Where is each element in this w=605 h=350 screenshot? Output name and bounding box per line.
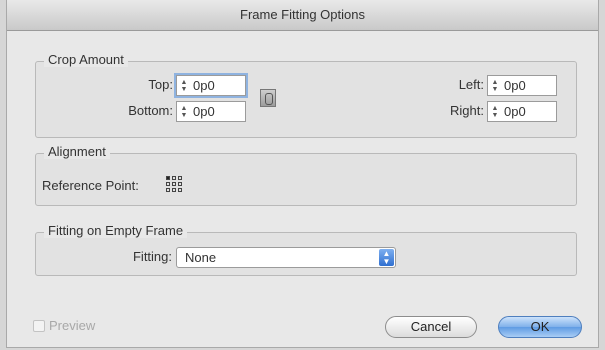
left-field[interactable]: ▲ ▼ 0p0 xyxy=(487,75,557,96)
dialog-title: Frame Fitting Options xyxy=(7,0,598,31)
bottom-field[interactable]: ▲ ▼ 0p0 xyxy=(176,101,246,122)
crop-amount-title: Crop Amount xyxy=(44,52,128,67)
top-field[interactable]: ▲ ▼ 0p0 xyxy=(176,75,246,96)
fitting-select-value[interactable]: None xyxy=(185,250,216,265)
ref-point-br[interactable] xyxy=(178,188,182,192)
stepper-arrows-icon[interactable]: ▲ ▼ xyxy=(489,77,501,94)
reference-point-label: Reference Point: xyxy=(42,178,139,193)
left-value[interactable]: 0p0 xyxy=(501,78,526,93)
ok-button[interactable]: OK xyxy=(498,316,582,338)
top-label: Top: xyxy=(148,77,173,92)
frame-fitting-dialog: Frame Fitting Options Crop Amount Top: ▲… xyxy=(6,0,599,348)
fitting-label: Fitting: xyxy=(132,249,172,264)
ref-point-tc[interactable] xyxy=(172,176,176,180)
ref-point-tl[interactable] xyxy=(166,176,170,180)
ref-point-ml[interactable] xyxy=(166,182,170,186)
ref-point-tr[interactable] xyxy=(178,176,182,180)
ref-point-mc[interactable] xyxy=(172,182,176,186)
fitting-empty-group: Fitting on Empty Frame Fitting: None ▲ ▼ xyxy=(35,223,577,276)
bottom-value[interactable]: 0p0 xyxy=(190,104,215,119)
reference-point-icon[interactable] xyxy=(166,176,182,192)
stepper-arrows-icon[interactable]: ▲ ▼ xyxy=(178,103,190,120)
crop-amount-group: Crop Amount Top: ▲ ▼ 0p0 Bottom: ▲ ▼ 0p0 L… xyxy=(35,52,577,138)
bottom-label: Bottom: xyxy=(128,103,173,118)
right-value[interactable]: 0p0 xyxy=(501,104,526,119)
left-label: Left: xyxy=(458,77,484,92)
top-value[interactable]: 0p0 xyxy=(190,78,215,93)
fitting-select[interactable]: None ▲ ▼ xyxy=(176,247,396,268)
right-field[interactable]: ▲ ▼ 0p0 xyxy=(487,101,557,122)
fitting-empty-title: Fitting on Empty Frame xyxy=(44,223,188,238)
chain-link-icon[interactable] xyxy=(260,89,276,107)
preview-checkbox[interactable] xyxy=(33,320,45,332)
preview-label[interactable]: Preview xyxy=(49,318,95,333)
stepper-arrows-icon[interactable]: ▲ ▼ xyxy=(178,77,190,94)
ref-point-bl[interactable] xyxy=(166,188,170,192)
cancel-button[interactable]: Cancel xyxy=(385,316,477,338)
ref-point-bc[interactable] xyxy=(172,188,176,192)
stepper-arrows-icon[interactable]: ▲ ▼ xyxy=(489,103,501,120)
chevron-updown-icon[interactable]: ▲ ▼ xyxy=(379,249,394,266)
ref-point-mr[interactable] xyxy=(178,182,182,186)
right-label: Right: xyxy=(450,103,484,118)
alignment-title: Alignment xyxy=(44,144,110,159)
alignment-group: Alignment Reference Point: xyxy=(35,144,577,206)
